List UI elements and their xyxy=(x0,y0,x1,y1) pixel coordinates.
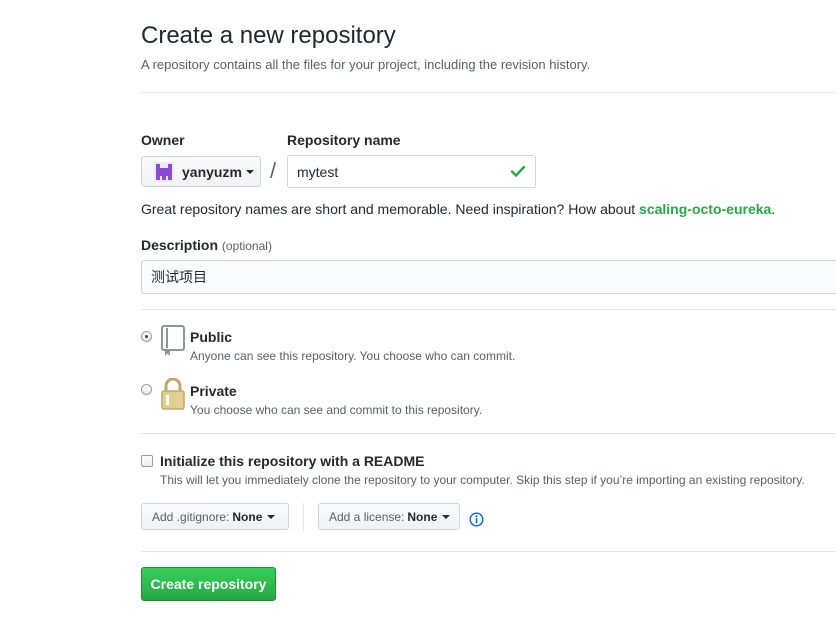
gitignore-label: Add .gitignore: xyxy=(152,509,230,524)
owner-label: Owner xyxy=(141,132,185,148)
public-radio[interactable] xyxy=(141,331,152,342)
create-repository-button[interactable]: Create repository xyxy=(141,567,276,601)
divider xyxy=(141,92,836,93)
gitignore-value: None xyxy=(232,509,263,524)
chevron-down-icon xyxy=(442,514,451,519)
divider xyxy=(141,309,836,310)
divider xyxy=(141,551,836,552)
page-title: Create a new repository xyxy=(141,22,396,49)
license-label: Add a license: xyxy=(329,509,405,524)
repo-name-label: Repository name xyxy=(287,132,401,148)
lock-icon xyxy=(160,377,186,410)
hint-prefix: Great repository names are short and mem… xyxy=(141,201,640,217)
description-label-text: Description xyxy=(141,237,219,253)
owner-select-button[interactable]: yanyuzm xyxy=(141,156,261,187)
repo-book-icon xyxy=(160,325,186,357)
readme-desc: This will let you immediately clone the … xyxy=(160,473,805,487)
hint-suffix: . xyxy=(771,201,776,217)
description-label: Description (optional) xyxy=(141,237,272,253)
license-select-button[interactable]: Add a license: None xyxy=(318,503,460,530)
check-icon xyxy=(510,163,526,179)
private-title: Private xyxy=(190,383,237,399)
name-suggestion-link[interactable]: scaling-octo-eureka xyxy=(639,201,771,217)
private-radio[interactable] xyxy=(141,384,152,395)
chevron-down-icon xyxy=(267,514,276,519)
license-value: None xyxy=(407,509,438,524)
owner-name: yanyuzm xyxy=(182,163,242,180)
public-desc: Anyone can see this repository. You choo… xyxy=(190,349,516,363)
page-subtitle: A repository contains all the files for … xyxy=(141,57,591,72)
private-desc: You choose who can see and commit to thi… xyxy=(190,403,483,417)
description-input[interactable] xyxy=(141,260,836,294)
button-separator xyxy=(303,503,304,531)
repo-name-hint: Great repository names are short and mem… xyxy=(141,201,775,217)
gitignore-select-button[interactable]: Add .gitignore: None xyxy=(141,503,289,530)
repo-name-input[interactable] xyxy=(287,155,536,188)
owner-avatar xyxy=(154,161,174,182)
optional-tag: (optional) xyxy=(221,239,272,253)
divider xyxy=(141,433,836,434)
readme-checkbox[interactable] xyxy=(141,455,153,467)
public-title: Public xyxy=(190,329,233,345)
readme-title: Initialize this repository with a README xyxy=(160,453,425,469)
info-icon[interactable] xyxy=(469,512,484,527)
owner-repo-separator: / xyxy=(270,158,277,183)
chevron-down-icon xyxy=(245,169,254,174)
